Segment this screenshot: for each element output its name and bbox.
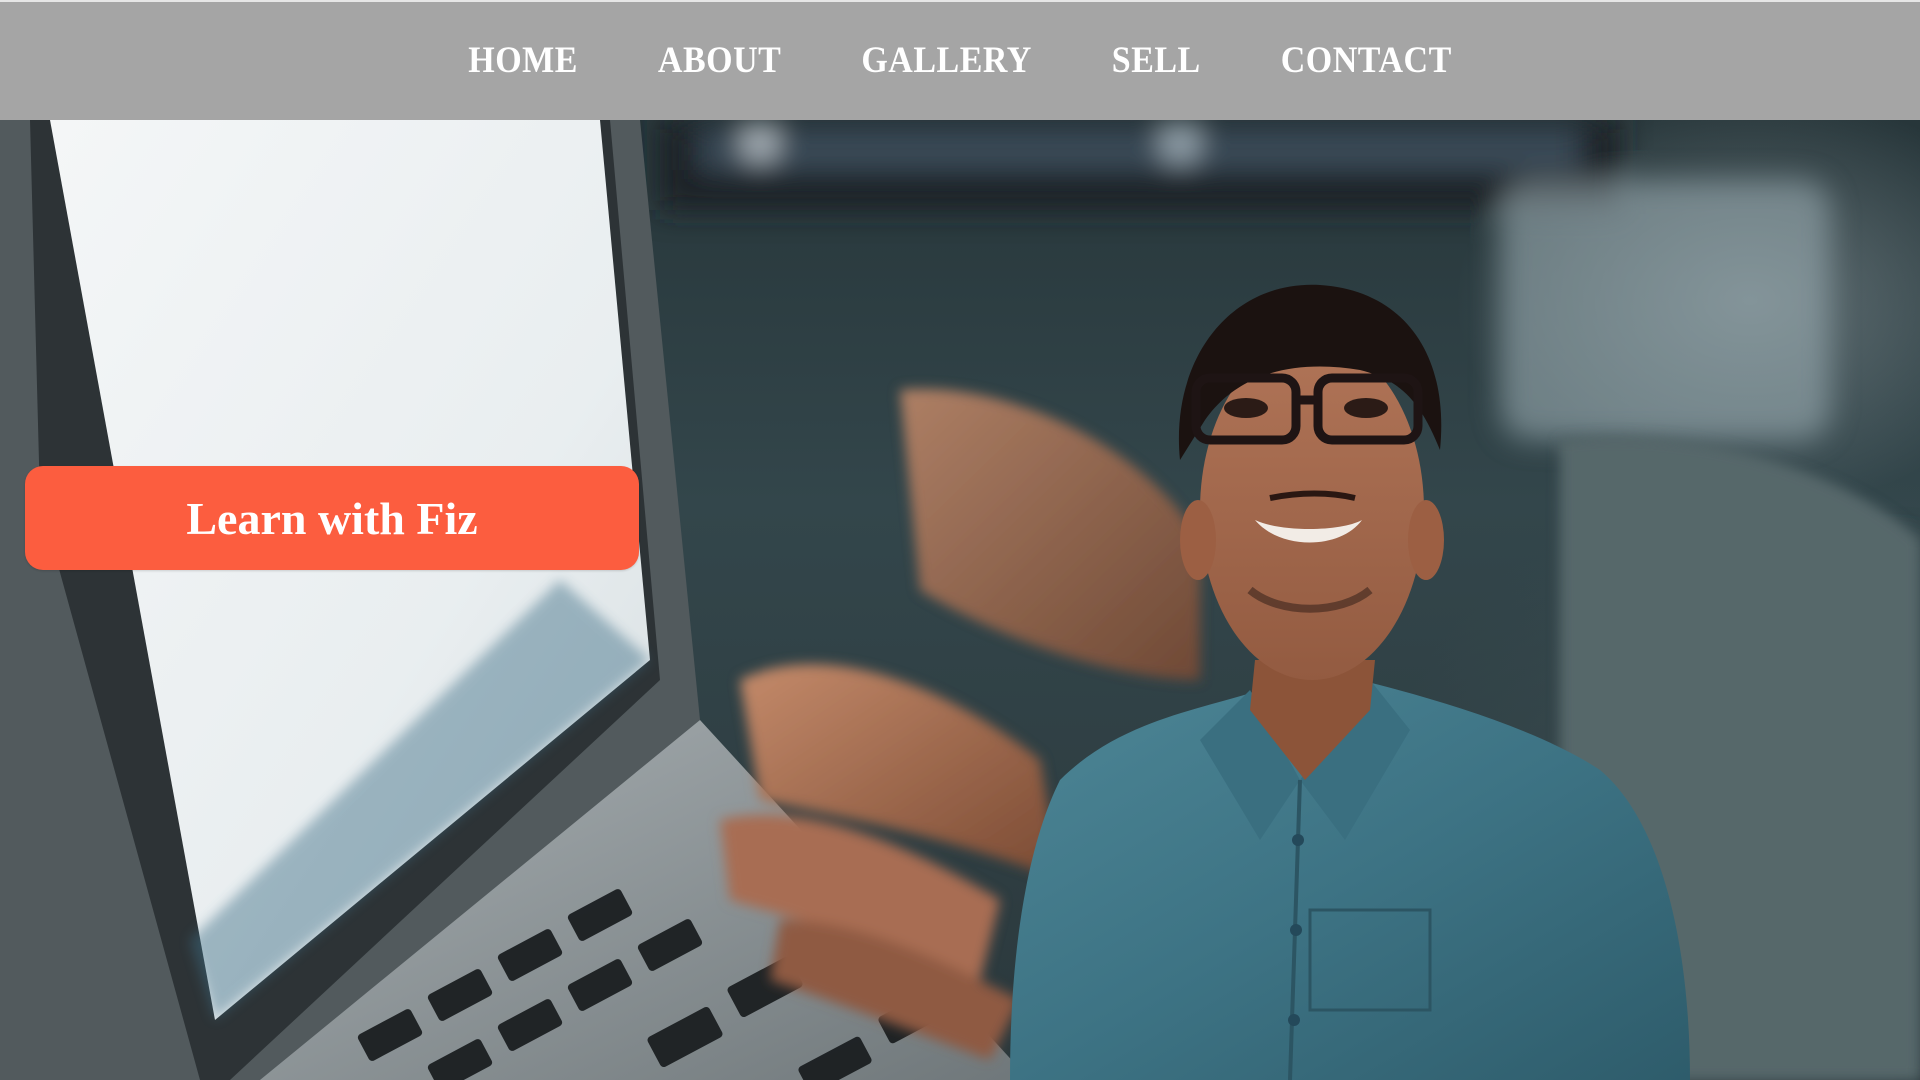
page: HOME ABOUT GALLERY SELL CONTACT Learn wi…	[0, 0, 1920, 1080]
nav-item-contact: CONTACT	[1281, 40, 1452, 81]
nav-menu: HOME ABOUT GALLERY SELL CONTACT	[468, 40, 1452, 81]
nav-item-gallery: GALLERY	[861, 40, 1031, 81]
learn-with-fiz-button[interactable]: Learn with Fiz	[25, 466, 639, 570]
hero-section: Learn with Fiz	[0, 120, 1920, 1080]
nav-item-about: ABOUT	[658, 40, 781, 81]
nav-link-home[interactable]: HOME	[468, 40, 578, 81]
nav-link-gallery[interactable]: GALLERY	[861, 40, 1031, 81]
top-navbar: HOME ABOUT GALLERY SELL CONTACT	[0, 0, 1920, 120]
nav-link-about[interactable]: ABOUT	[658, 40, 781, 81]
nav-link-contact[interactable]: CONTACT	[1281, 40, 1452, 81]
nav-item-sell: SELL	[1112, 40, 1201, 81]
cta-label: Learn with Fiz	[186, 492, 478, 544]
hero-background-image	[0, 120, 1920, 1080]
nav-link-sell[interactable]: SELL	[1112, 40, 1201, 81]
nav-item-home: HOME	[468, 40, 578, 81]
